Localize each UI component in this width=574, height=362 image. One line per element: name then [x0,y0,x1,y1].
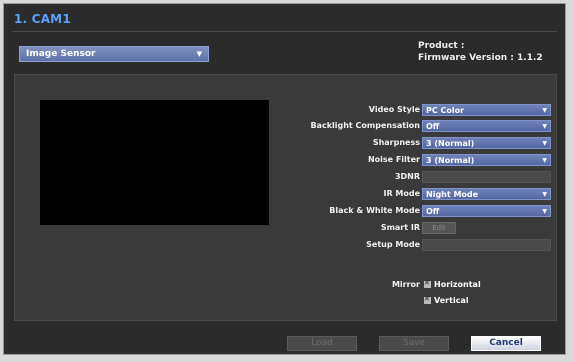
section-dropdown-value: Image Sensor [26,49,96,59]
cancel-button[interactable]: Cancel [471,336,541,351]
checkbox-checked-icon [424,295,431,304]
section-dropdown[interactable]: Image Sensor ▼ [19,46,209,62]
window-title: 1. CAM1 [14,12,71,26]
bw-mode-value: Off [426,206,440,216]
chevron-down-icon: ▼ [542,106,547,114]
bw-mode-label: Black & White Mode [329,206,420,215]
camera-setup-window: 1. CAM1 Image Sensor ▼ Product : Firmwar… [3,3,566,355]
backlight-value: Off [426,121,440,131]
backlight-select[interactable]: Off ▼ [422,120,551,132]
sharpness-label: Sharpness [372,138,420,147]
settings-panel: Video Style PC Color ▼ Backlight Compensa… [14,74,557,321]
setup-mode-field[interactable] [422,239,551,251]
video-style-value: PC Color [426,105,465,115]
ir-mode-value: Night Mode [426,189,479,199]
video-style-label: Video Style [368,105,420,114]
firmware-version: Firmware Version : 1.1.2 [418,53,543,63]
noise-filter-label: Noise Filter [367,155,420,164]
title-divider [12,31,557,32]
smart-ir-edit-button[interactable]: Edit [422,222,456,234]
chevron-down-icon: ▼ [196,50,202,58]
device-info: Product : Firmware Version : 1.1.2 [418,40,543,64]
3dnr-label: 3DNR [394,172,420,181]
backlight-label: Backlight Compensation [310,121,420,130]
chevron-down-icon: ▼ [542,156,547,164]
mirror-horizontal-checkbox[interactable]: Horizontal [424,279,481,289]
chevron-down-icon: ▼ [542,122,547,130]
ir-mode-select[interactable]: Night Mode ▼ [422,188,551,200]
mirror-horizontal-label: Horizontal [434,280,481,289]
product-label: Product : [418,41,465,51]
save-button[interactable]: Save [379,336,449,351]
noise-filter-value: 3 (Normal) [426,155,475,165]
mirror-vertical-label: Vertical [434,296,469,305]
ir-mode-label: IR Mode [383,189,420,198]
sharpness-value: 3 (Normal) [426,138,475,148]
chevron-down-icon: ▼ [542,190,547,198]
checkbox-checked-icon [424,279,431,288]
3dnr-field[interactable] [422,171,551,183]
smart-ir-label: Smart IR [380,223,420,232]
bw-mode-select[interactable]: Off ▼ [422,205,551,217]
noise-filter-select[interactable]: 3 (Normal) ▼ [422,154,551,166]
chevron-down-icon: ▼ [542,207,547,215]
mirror-vertical-checkbox[interactable]: Vertical [424,295,469,305]
mirror-label: Mirror [391,280,420,289]
setup-mode-label: Setup Mode [366,240,420,249]
load-button[interactable]: Load [287,336,357,351]
sharpness-select[interactable]: 3 (Normal) ▼ [422,137,551,149]
video-style-select[interactable]: PC Color ▼ [422,104,551,116]
video-preview [40,100,269,225]
chevron-down-icon: ▼ [542,139,547,147]
